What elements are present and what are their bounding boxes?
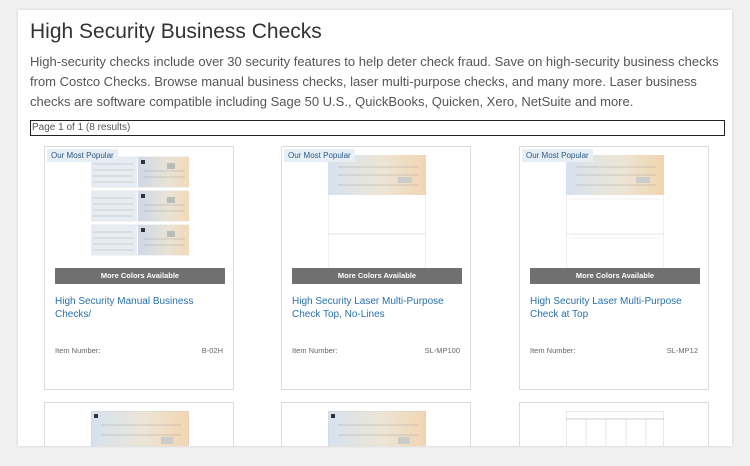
laser-check-thumbnail xyxy=(91,411,189,446)
popular-badge: Our Most Popular xyxy=(522,149,593,162)
item-number-value: SL-MP12 xyxy=(666,346,698,355)
product-name-link[interactable]: High Security Manual Business Checks/ xyxy=(55,295,227,321)
laser-check-top-thumbnail xyxy=(566,155,664,273)
product-name-link[interactable]: High Security Laser Multi-Purpose Check … xyxy=(530,295,702,321)
popular-badge: Our Most Popular xyxy=(47,149,118,162)
product-card[interactable]: Our Most Popular More Colors Available H… xyxy=(519,146,709,390)
popular-badge: Our Most Popular xyxy=(284,149,355,162)
product-card[interactable] xyxy=(44,402,234,446)
product-card[interactable] xyxy=(281,402,471,446)
content-panel: High Security Business Checks High-secur… xyxy=(18,10,732,446)
item-number-value: SL-MP100 xyxy=(424,346,460,355)
item-number-label: Item Number: xyxy=(55,346,101,355)
more-colors-bar[interactable]: More Colors Available xyxy=(530,268,700,284)
page-title: High Security Business Checks xyxy=(30,20,322,43)
manual-checks-thumbnail xyxy=(91,156,189,256)
product-card[interactable] xyxy=(519,402,709,446)
product-card[interactable]: Our Most Popular More Colors Available H… xyxy=(44,146,234,390)
product-name-link[interactable]: High Security Laser Multi-Purpose Check … xyxy=(292,295,464,321)
voucher-thumbnail xyxy=(566,411,664,446)
item-number-label: Item Number: xyxy=(292,346,338,355)
laser-check-no-lines-thumbnail xyxy=(328,155,426,273)
product-card[interactable]: Our Most Popular More Colors Available H… xyxy=(281,146,471,390)
more-colors-bar[interactable]: More Colors Available xyxy=(55,268,225,284)
page-description: High-security checks include over 30 sec… xyxy=(30,54,719,109)
item-number-value: B-02H xyxy=(201,346,223,355)
more-colors-bar[interactable]: More Colors Available xyxy=(292,268,462,284)
item-number-label: Item Number: xyxy=(530,346,576,355)
pager-status: Page 1 of 1 (8 results) xyxy=(30,120,725,136)
laser-check-thumbnail xyxy=(328,411,426,446)
